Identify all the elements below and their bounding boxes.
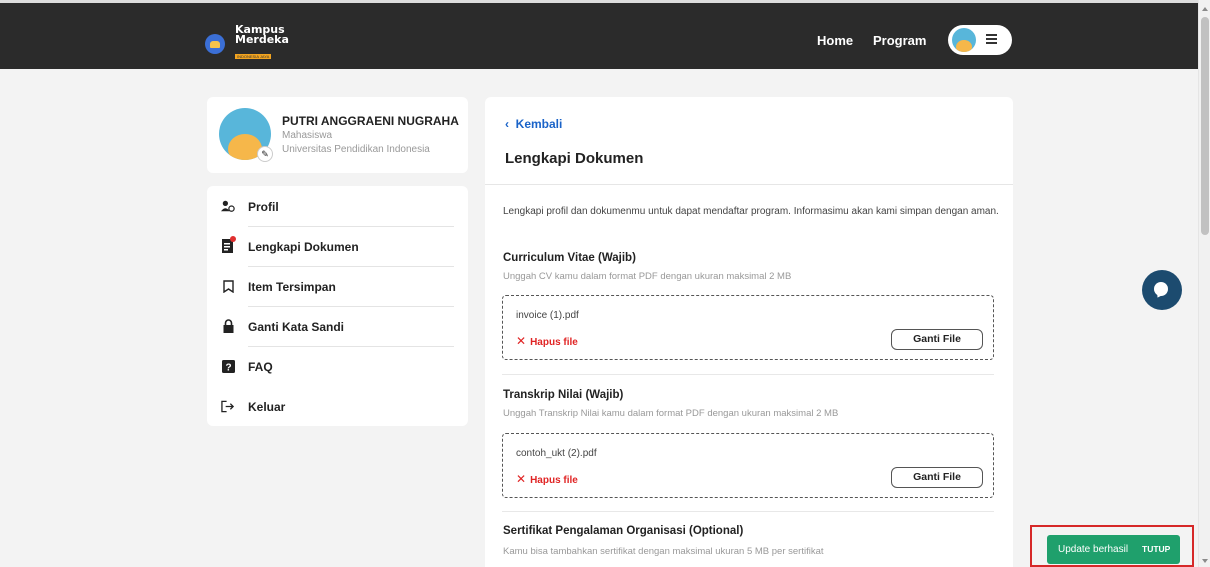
bookmark-icon bbox=[221, 279, 235, 293]
logo-line-2: Merdeka bbox=[235, 33, 289, 46]
section-title-cv: Curriculum Vitae (Wajib) bbox=[503, 252, 636, 264]
uploaded-file-name: contoh_ukt (2).pdf bbox=[516, 448, 597, 459]
sidebar-item-label: FAQ bbox=[248, 360, 273, 374]
file-upload-box-cv: invoice (1).pdf ✕ Hapus file Ganti File bbox=[502, 295, 994, 360]
remove-file-button[interactable]: ✕ Hapus file bbox=[516, 334, 578, 348]
svg-text:?: ? bbox=[225, 362, 231, 373]
intro-text: Lengkapi profil dan dokumenmu untuk dapa… bbox=[503, 206, 999, 217]
logo-tagline: INDONESIA JAYA bbox=[235, 54, 272, 59]
section-subtitle-transkrip: Unggah Transkrip Nilai kamu dalam format… bbox=[503, 408, 839, 419]
section-subtitle-sertifikat: Kamu bisa tambahkan sertifikat dengan ma… bbox=[503, 546, 824, 557]
nav-home[interactable]: Home bbox=[817, 33, 853, 48]
section-divider bbox=[502, 511, 994, 512]
sidebar-item-lengkapi-dokumen[interactable]: Lengkapi Dokumen bbox=[207, 226, 468, 266]
sidebar-item-profil[interactable]: Profil bbox=[207, 186, 468, 226]
hamburger-menu-icon bbox=[986, 34, 997, 44]
close-icon: ✕ bbox=[516, 334, 527, 348]
notification-dot bbox=[230, 236, 236, 242]
profile-university: Universitas Pendidikan Indonesia bbox=[282, 144, 430, 155]
nav-program[interactable]: Program bbox=[873, 33, 926, 48]
section-divider bbox=[502, 374, 994, 375]
back-link[interactable]: ‹ Kembali bbox=[505, 117, 562, 131]
sidebar-item-label: Ganti Kata Sandi bbox=[248, 320, 345, 334]
header-divider bbox=[485, 184, 1013, 185]
sidebar-item-label: Item Tersimpan bbox=[248, 280, 336, 294]
lock-icon bbox=[221, 319, 235, 333]
section-title-sertifikat: Sertifikat Pengalaman Organisasi (Option… bbox=[503, 525, 744, 537]
remove-file-label: Hapus file bbox=[530, 475, 578, 486]
sidebar-item-ganti-kata-sandi[interactable]: Ganti Kata Sandi bbox=[207, 306, 468, 346]
sidebar-item-label: Keluar bbox=[248, 400, 286, 414]
user-gear-icon bbox=[221, 199, 235, 213]
page-title: Lengkapi Dokumen bbox=[505, 150, 644, 167]
toast-close-button[interactable]: TUTUP bbox=[1142, 544, 1170, 554]
avatar bbox=[952, 28, 976, 52]
toast-message: Update berhasil bbox=[1058, 544, 1129, 555]
remove-file-button[interactable]: ✕ Hapus file bbox=[516, 472, 578, 486]
sidebar-menu: Profil Lengkapi Dokumen Item Tersimpan G… bbox=[207, 186, 468, 426]
change-file-button[interactable]: Ganti File bbox=[891, 467, 983, 488]
kemdikbud-emblem-icon bbox=[205, 34, 225, 54]
change-file-button[interactable]: Ganti File bbox=[891, 329, 983, 350]
sidebar-item-item-tersimpan[interactable]: Item Tersimpan bbox=[207, 266, 468, 306]
profile-name: PUTRI ANGGRAENI NUGRAHA bbox=[282, 114, 459, 128]
scrollbar-thumb[interactable] bbox=[1201, 17, 1209, 235]
uploaded-file-name: invoice (1).pdf bbox=[516, 310, 579, 321]
profile-role: Mahasiswa bbox=[282, 130, 333, 141]
edit-pencil-icon[interactable]: ✎ bbox=[257, 146, 273, 162]
section-title-transkrip: Transkrip Nilai (Wajib) bbox=[503, 389, 624, 401]
chat-bubble-icon[interactable] bbox=[1142, 270, 1182, 310]
sidebar-item-keluar[interactable]: Keluar bbox=[207, 386, 468, 426]
scroll-up-arrow-icon[interactable] bbox=[1202, 7, 1208, 11]
profile-card: ✎ PUTRI ANGGRAENI NUGRAHA Mahasiswa Univ… bbox=[207, 97, 468, 173]
document-panel: ‹ Kembali Lengkapi Dokumen Lengkapi prof… bbox=[485, 97, 1013, 567]
logout-icon bbox=[221, 399, 235, 413]
page-scrollbar[interactable] bbox=[1198, 0, 1210, 567]
file-upload-box-transkrip: contoh_ukt (2).pdf ✕ Hapus file Ganti Fil… bbox=[502, 433, 994, 498]
chevron-left-icon: ‹ bbox=[505, 117, 516, 131]
close-icon: ✕ bbox=[516, 472, 527, 486]
remove-file-label: Hapus file bbox=[530, 337, 578, 348]
question-icon: ? bbox=[221, 359, 235, 373]
sidebar-item-label: Lengkapi Dokumen bbox=[248, 240, 359, 254]
sidebar-item-label: Profil bbox=[248, 200, 279, 214]
section-subtitle-cv: Unggah CV kamu dalam format PDF dengan u… bbox=[503, 271, 792, 282]
top-navbar: Kampus Merdeka INDONESIA JAYA Home Progr… bbox=[0, 0, 1198, 69]
sidebar-item-faq[interactable]: ? FAQ bbox=[207, 346, 468, 386]
user-menu-button[interactable] bbox=[948, 25, 1012, 55]
kampus-merdeka-logo[interactable]: Kampus Merdeka INDONESIA JAYA bbox=[205, 24, 289, 63]
back-label: Kembali bbox=[515, 117, 563, 131]
scroll-down-arrow-icon[interactable] bbox=[1202, 559, 1208, 563]
success-toast: Update berhasil TUTUP bbox=[1047, 535, 1180, 564]
